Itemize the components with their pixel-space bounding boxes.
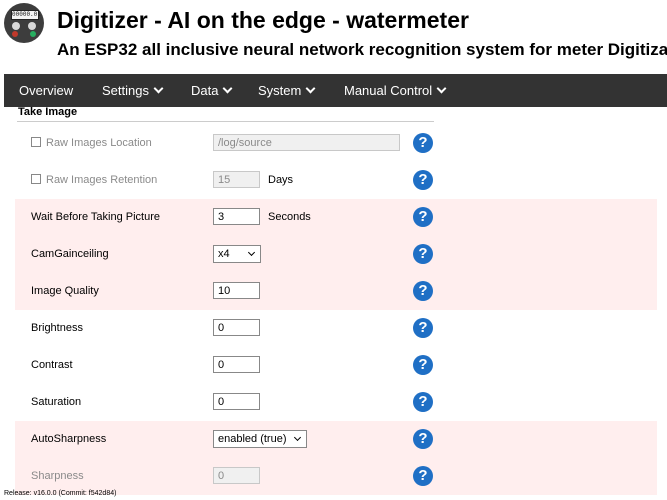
help-icon[interactable]: ? [413,170,433,190]
saturation-input[interactable]: 0 [213,393,260,410]
section-divider [17,121,434,122]
setting-label: Brightness [31,322,83,334]
sharpness-input[interactable]: 0 [213,467,260,484]
help-icon[interactable]: ? [413,281,433,301]
chevron-down-icon [305,83,316,94]
setting-row-saturation: Saturation 0 ? [15,384,657,421]
help-icon[interactable]: ? [413,133,433,153]
raw-images-location-input[interactable]: /log/source [213,134,400,151]
enable-checkbox[interactable] [31,137,41,147]
logo-digits: 00000.01 [11,10,41,20]
help-icon[interactable]: ? [413,392,433,412]
help-icon[interactable]: ? [413,429,433,449]
nav-item-settings[interactable]: Settings [102,74,164,107]
setting-label: Saturation [31,396,82,408]
section-title: Take Image [18,107,78,118]
raw-images-retention-input[interactable]: 15 [213,171,260,188]
help-icon[interactable]: ? [413,207,433,227]
setting-label: Wait Before Taking Picture [31,211,161,223]
setting-row-brightness: Brightness 0 ? [15,310,657,347]
setting-row-raw-images-retention: Raw Images Retention 15 Days ? [15,162,657,199]
auto-sharpness-select[interactable]: enabled (true) [213,430,307,448]
contrast-input[interactable]: 0 [213,356,260,373]
cam-gainceiling-select[interactable]: x4 [213,245,261,263]
chevron-down-icon [436,83,447,94]
setting-label: AutoSharpness [31,433,107,445]
setting-row-raw-images-location: Raw Images Location /log/source ? [15,125,657,162]
chevron-down-icon [247,248,256,257]
meter-logo-icon: 00000.01 [4,3,44,43]
nav-item-manual-control[interactable]: Manual Control [344,74,447,107]
image-quality-input[interactable]: 10 [213,282,260,299]
help-icon[interactable]: ? [413,318,433,338]
help-icon[interactable]: ? [413,466,433,486]
release-info: Release: v16.0.0 (Commit: f542d84) [4,490,117,497]
wait-before-picture-input[interactable]: 3 [213,208,260,225]
help-icon[interactable]: ? [413,355,433,375]
brightness-input[interactable]: 0 [213,319,260,336]
setting-label: CamGainceiling [31,248,109,260]
setting-label: Raw Images Retention [46,174,158,186]
setting-row-contrast: Contrast 0 ? [15,347,657,384]
unit-label: Seconds [268,211,311,223]
chevron-down-icon [153,83,164,94]
setting-row-wait-before-picture: Wait Before Taking Picture 3 Seconds ? [15,199,657,236]
header: 00000.01 Digitizer - AI on the edge - wa… [0,0,667,74]
setting-row-cam-gainceiling: CamGainceiling x4 ? [15,236,657,273]
setting-row-auto-sharpness: AutoSharpness enabled (true) ? [15,421,657,458]
page-title: Digitizer - AI on the edge - watermeter [57,7,469,33]
setting-row-image-quality: Image Quality 10 ? [15,273,657,310]
top-nav: Overview Settings Data System Manual Con… [4,74,667,107]
setting-label: Contrast [31,359,73,371]
page-subtitle: An ESP32 all inclusive neural network re… [57,40,667,59]
nav-item-data[interactable]: Data [191,74,233,107]
nav-item-system[interactable]: System [258,74,316,107]
unit-label: Days [268,174,294,186]
setting-label: Image Quality [31,285,99,297]
nav-item-overview[interactable]: Overview [19,74,73,107]
enable-checkbox[interactable] [31,174,41,184]
setting-label: Raw Images Location [46,137,152,149]
help-icon[interactable]: ? [413,244,433,264]
chevron-down-icon [293,433,302,442]
chevron-down-icon [223,83,233,94]
